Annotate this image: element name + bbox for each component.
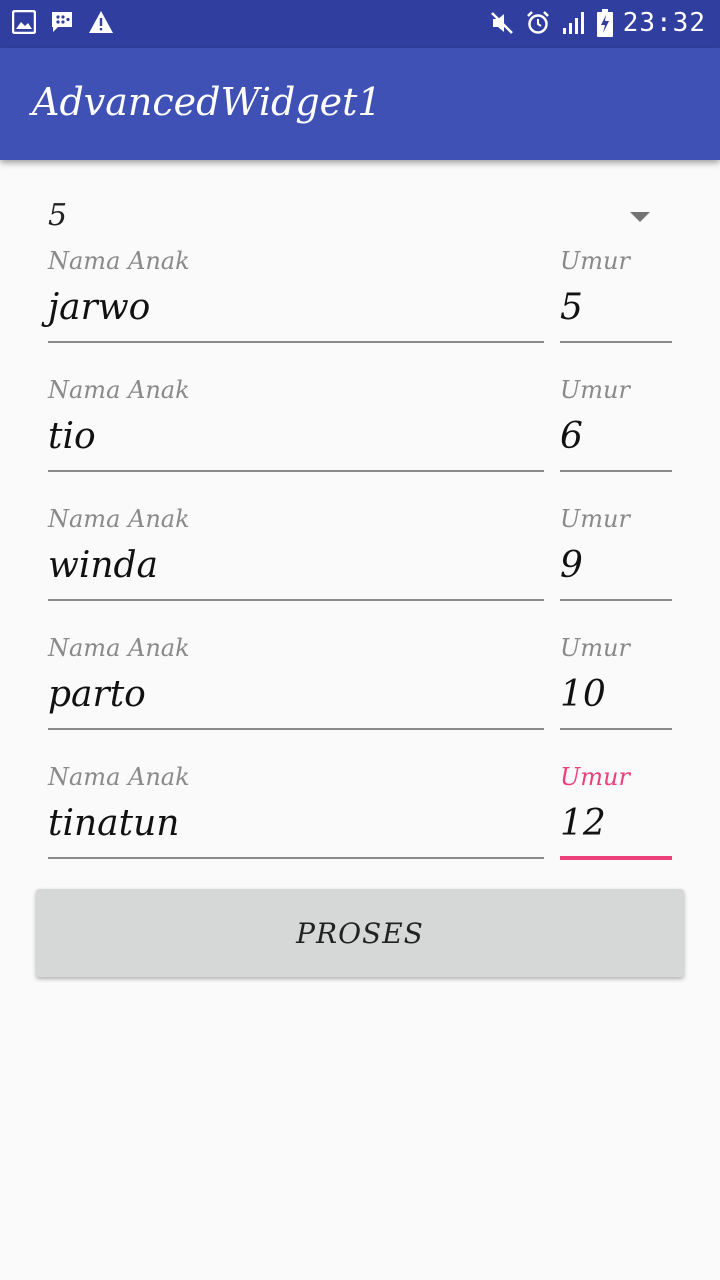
proses-button-label: PROSES [296, 916, 424, 950]
input-underline [560, 341, 672, 343]
input-underline [48, 857, 544, 859]
name-label: Nama Anak [48, 376, 190, 404]
child-age-field[interactable]: Umur 9 [560, 505, 672, 634]
child-row: Nama Anak winda Umur 9 [48, 505, 672, 634]
input-underline [560, 728, 672, 730]
child-age-field[interactable]: Umur 5 [560, 247, 672, 376]
signal-icon [562, 12, 584, 34]
child-row: Nama Anak parto Umur 10 [48, 634, 672, 763]
name-label: Nama Anak [48, 634, 190, 662]
mute-icon [490, 12, 513, 34]
child-name-field[interactable]: Nama Anak jarwo [48, 247, 544, 376]
alarm-icon [526, 11, 549, 34]
app-bar: AdvancedWidget1 [0, 48, 720, 160]
name-label: Nama Anak [48, 247, 190, 275]
child-name-field[interactable]: Nama Anak tio [48, 376, 544, 505]
child-name-field[interactable]: Nama Anak parto [48, 634, 544, 763]
input-underline [48, 728, 544, 730]
age-label: Umur [560, 505, 630, 533]
age-label: Umur [560, 763, 630, 791]
age-label: Umur [560, 247, 630, 275]
input-underline [560, 470, 672, 472]
age-input-value[interactable]: 12 [560, 803, 606, 844]
gallery-icon [12, 10, 36, 34]
name-label: Nama Anak [48, 763, 190, 791]
count-spinner[interactable]: 5 [48, 192, 672, 240]
name-input-value[interactable]: parto [48, 674, 146, 715]
input-underline [48, 599, 544, 601]
child-row: Nama Anak tio Umur 6 [48, 376, 672, 505]
status-time: 23:32 [622, 8, 706, 38]
age-label: Umur [560, 634, 630, 662]
input-underline [48, 470, 544, 472]
child-row: Nama Anak tinatun Umur 12 [48, 763, 672, 892]
dropdown-arrow-icon [630, 212, 650, 222]
app-title: AdvancedWidget1 [32, 80, 382, 124]
child-row: Nama Anak jarwo Umur 5 [48, 247, 672, 376]
name-input-value[interactable]: tinatun [48, 803, 179, 844]
child-name-field[interactable]: Nama Anak tinatun [48, 763, 544, 892]
age-input-value[interactable]: 9 [560, 545, 583, 586]
child-name-field[interactable]: Nama Anak winda [48, 505, 544, 634]
proses-button[interactable]: PROSES [36, 889, 684, 977]
name-input-value[interactable]: jarwo [48, 287, 150, 328]
warning-icon [89, 11, 113, 33]
input-underline-focused [560, 856, 672, 860]
age-input-value[interactable]: 5 [560, 287, 583, 328]
child-age-field[interactable]: Umur 6 [560, 376, 672, 505]
age-input-value[interactable]: 6 [560, 416, 583, 457]
input-underline [48, 341, 544, 343]
bbm-icon [52, 12, 72, 32]
name-input-value[interactable]: tio [48, 416, 96, 457]
name-label: Nama Anak [48, 505, 190, 533]
child-age-field-focused[interactable]: Umur 12 [560, 763, 672, 892]
battery-charging-icon [596, 9, 613, 37]
child-age-field[interactable]: Umur 10 [560, 634, 672, 763]
input-underline [560, 599, 672, 601]
age-input-value[interactable]: 10 [560, 674, 606, 715]
age-label: Umur [560, 376, 630, 404]
status-bar: 23:32 [0, 0, 720, 48]
name-input-value[interactable]: winda [48, 545, 158, 586]
spinner-selected-value: 5 [48, 198, 68, 233]
